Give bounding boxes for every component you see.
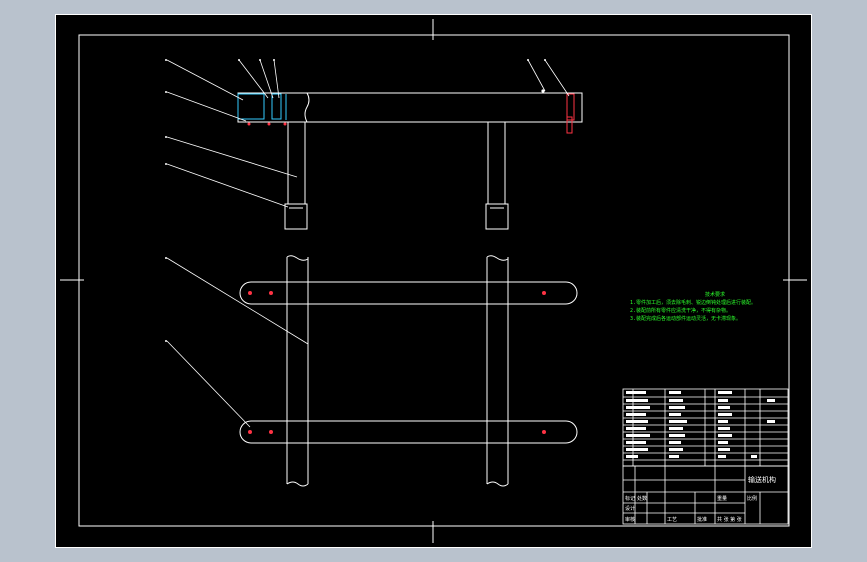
note-1: 1.零件加工后，须去除毛刺、锐边倒钝处理后进行装配。 — [630, 300, 757, 306]
front-view — [237, 92, 583, 230]
note-3: 3.装配完成后各运动部件运动灵活，无卡滞现象。 — [630, 316, 742, 322]
outer-border — [55, 14, 812, 548]
mark-label: 标记 — [625, 495, 635, 502]
upper-rail — [239, 281, 578, 305]
lower-rail — [239, 420, 578, 444]
fastener-marks — [247, 116, 573, 134]
left-leg — [287, 121, 306, 205]
technical-notes: 技术要求 1.零件加工后，须去除毛刺、锐边倒钝处理后进行装配。 2.装配前所有零… — [630, 291, 800, 323]
cad-drawing: 标记 处数 设计 审核 工艺 批准 重量 比例 共 张 第 张 输送机构 — [55, 14, 812, 548]
process-label: 工艺 — [667, 517, 677, 523]
leader-lines — [166, 59, 570, 428]
rail-bolts — [248, 291, 546, 434]
plan-view — [239, 255, 578, 487]
weight-label: 重量 — [717, 495, 727, 502]
approve-label: 批准 — [697, 516, 707, 523]
scale-label: 比例 — [747, 495, 757, 502]
center-marks — [60, 19, 807, 543]
review-label: 审核 — [625, 516, 635, 523]
note-2: 2.装配前所有零件应清洗干净，不得有杂物。 — [630, 308, 732, 314]
drawing-name: 输送机构 — [748, 475, 776, 484]
parts-list-entries — [626, 391, 775, 458]
title-block — [622, 465, 789, 525]
beam — [237, 92, 583, 123]
count-label: 处数 — [637, 495, 647, 502]
drawing-sheet: 标记 处数 设计 审核 工艺 批准 重量 比例 共 张 第 张 输送机构 技术要… — [55, 14, 812, 548]
inner-frame — [78, 34, 790, 527]
right-leg — [487, 121, 506, 205]
design-label: 设计 — [625, 505, 635, 512]
notes-title: 技术要求 — [704, 292, 725, 298]
left-bracket — [237, 93, 575, 121]
sheet-label: 共 张 第 张 — [717, 516, 742, 523]
